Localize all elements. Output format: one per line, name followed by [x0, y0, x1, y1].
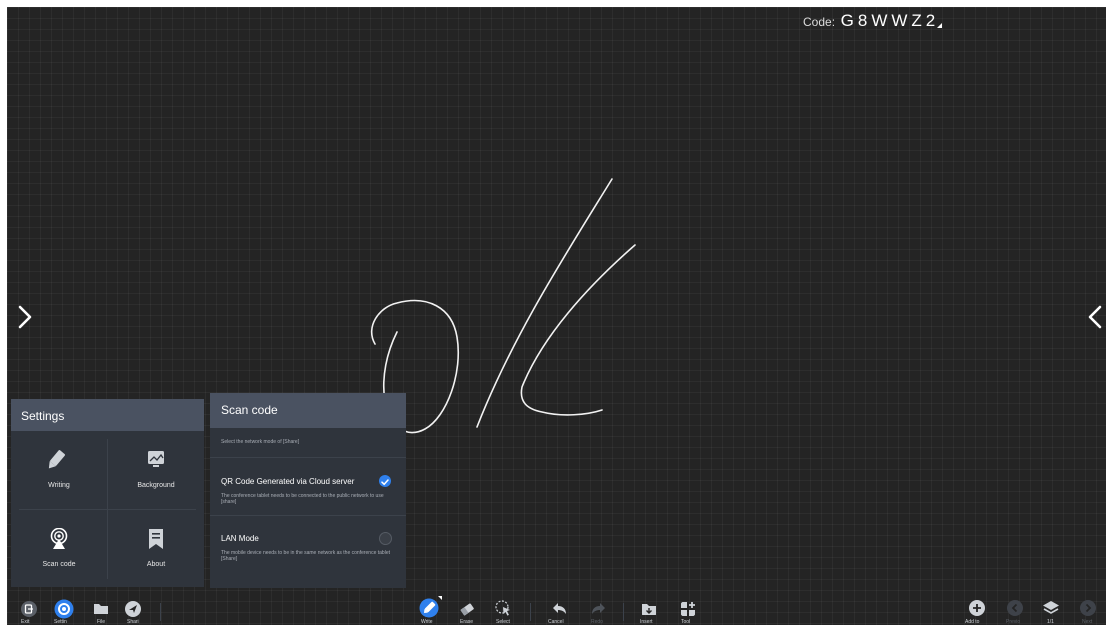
scan-code-description: Select the network mode of [Share] [221, 439, 300, 445]
toolbar-label: Insert [640, 619, 653, 625]
toolbar-label: Erase [460, 619, 474, 625]
scan-code-title: Scan code [210, 393, 406, 428]
exit-icon [21, 601, 37, 617]
divider [160, 603, 161, 621]
toolbar-label: Shari [127, 619, 139, 625]
tool-icon [681, 602, 695, 616]
insert-icon [642, 604, 656, 615]
page-counter: 1/1 [1047, 619, 1054, 625]
settings-item-background[interactable]: Background [108, 431, 204, 509]
divider [210, 515, 406, 516]
scan-code-icon [50, 528, 68, 549]
next-icon [1080, 600, 1096, 616]
divider [623, 603, 624, 621]
scan-code-panel: Scan code Select the network mode of [Sh… [210, 393, 406, 588]
settings-item-label: Scan code [42, 561, 76, 568]
stroke-letter-k-arm [520, 244, 636, 416]
folder-icon [94, 604, 108, 614]
select-icon [495, 600, 510, 616]
background-icon [148, 451, 164, 467]
pen-icon [48, 450, 66, 469]
expand-right-arrow-icon[interactable] [15, 303, 35, 331]
redo-icon [592, 603, 605, 614]
divider [530, 603, 531, 621]
toolbar-label: Select [496, 619, 510, 625]
toolbar-label: Previo [1006, 619, 1021, 625]
settings-icon [54, 599, 74, 619]
add-icon [969, 600, 985, 616]
previous-icon [1007, 600, 1023, 616]
settings-grid: Writing Background Scan code About [11, 431, 204, 587]
radio-unselected-icon[interactable] [379, 532, 392, 545]
eraser-icon [460, 603, 474, 616]
settings-item-scan-code[interactable]: Scan code [11, 510, 107, 588]
settings-item-label: About [146, 561, 166, 568]
settings-panel: Settings Writing Background Scan code Ab… [11, 399, 204, 587]
toolbar-label: Next [1082, 619, 1093, 625]
settings-item-writing[interactable]: Writing [11, 431, 107, 509]
share-icon [125, 601, 141, 617]
stroke-letter-k-stem [476, 178, 613, 428]
settings-item-label: Writing [48, 482, 70, 489]
option-title: LAN Mode [221, 534, 259, 543]
toolbar-label: Redo [591, 619, 603, 625]
settings-title: Settings [11, 399, 204, 431]
expand-left-arrow-icon[interactable] [1085, 303, 1105, 331]
whiteboard-canvas[interactable]: Code: G8WWZ2 Settings Writing Background… [7, 7, 1106, 625]
option-description: The mobile device needs to be in the sam… [221, 550, 390, 562]
toolbar-label: Tool [681, 619, 691, 625]
settings-item-label: Background [137, 482, 175, 489]
toolbar-label: Exit [21, 619, 30, 625]
checkmark-icon[interactable] [379, 475, 391, 487]
pen-icon [419, 598, 439, 618]
settings-item-about[interactable]: About [108, 510, 204, 588]
toolbar-label: Settin [54, 619, 67, 625]
divider [210, 457, 406, 458]
undo-icon [553, 603, 566, 614]
corner-mark-icon [438, 596, 442, 600]
toolbar-label: Cancel [548, 619, 564, 625]
layers-icon [1043, 601, 1059, 614]
toolbar-label: Add to [965, 619, 980, 625]
option-title: QR Code Generated via Cloud server [221, 477, 355, 486]
option-description: The conference tablet needs to be connec… [221, 493, 384, 505]
about-icon [149, 529, 163, 549]
toolbar-label: File [97, 619, 106, 625]
toolbar-label: Write [421, 619, 433, 625]
